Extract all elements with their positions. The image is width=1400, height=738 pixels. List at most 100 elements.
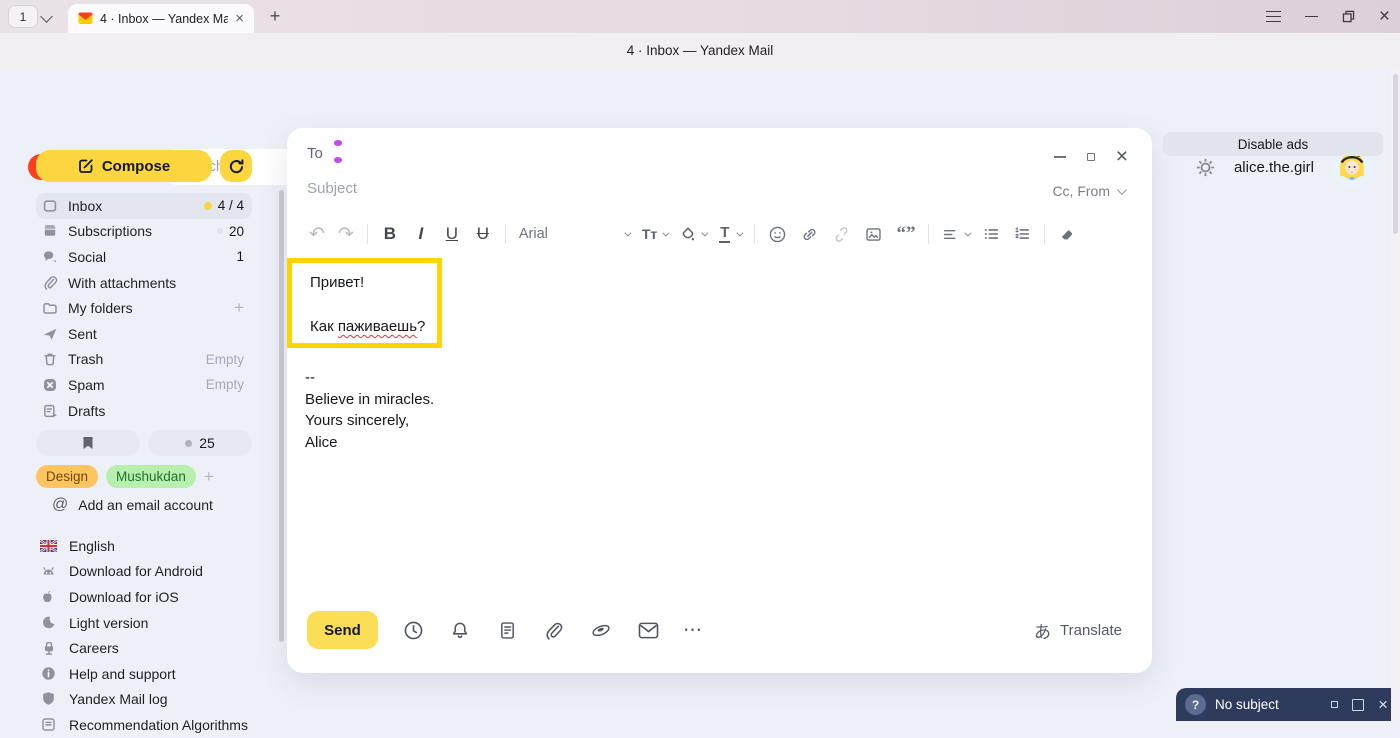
folder-my-folders[interactable]: My folders +	[36, 295, 252, 321]
underline-button[interactable]: U	[443, 224, 461, 244]
font-size-select[interactable]: Tт	[642, 226, 667, 242]
template-button[interactable]	[495, 618, 519, 642]
link-light-version[interactable]: Light version	[40, 610, 270, 636]
tab-counter-button[interactable]: 1	[8, 5, 38, 28]
bullet-list-button[interactable]	[982, 225, 1000, 243]
new-tab-button[interactable]: +	[262, 3, 288, 29]
browser-menu-icon[interactable]	[1266, 11, 1281, 22]
add-email-account-button[interactable]: @ Add an email account	[52, 494, 213, 516]
subject-input[interactable]	[307, 180, 907, 197]
send-button[interactable]: Send	[307, 611, 378, 649]
link-recommendations[interactable]: Recommendation Algorithms	[40, 712, 270, 738]
toolbar-divider	[1044, 224, 1045, 244]
folder-with-attachments[interactable]: With attachments	[36, 270, 252, 296]
insert-image-button[interactable]	[864, 225, 883, 244]
link-mail-log[interactable]: Yandex Mail log	[40, 687, 270, 713]
add-folder-button[interactable]: +	[234, 298, 244, 318]
email-signature[interactable]: -- Believe in miracles. Yours sincerely,…	[305, 367, 434, 453]
compose-restore-button[interactable]	[1087, 153, 1095, 161]
question-prefix: Как	[310, 318, 338, 335]
attach-from-disk-button[interactable]	[589, 618, 613, 642]
folder-spam[interactable]: Spam Empty	[36, 372, 252, 398]
link-help[interactable]: Help and support	[40, 661, 270, 687]
strikethrough-button[interactable]: U	[474, 224, 492, 244]
account-username[interactable]: alice.the.girl	[1234, 159, 1314, 176]
signature-line: Believe in miracles.	[305, 389, 434, 411]
window-close-button[interactable]: ×	[1379, 7, 1390, 26]
folder-count: Empty	[206, 377, 244, 392]
minimized-draft-window[interactable]: ? No subject ×	[1176, 688, 1400, 721]
cc-from-toggle[interactable]: Cc, From	[1052, 183, 1124, 199]
info-icon	[40, 665, 57, 682]
numbered-list-button[interactable]	[1013, 225, 1031, 243]
folder-drafts[interactable]: Drafts	[36, 398, 252, 424]
clear-formatting-button[interactable]	[1058, 225, 1076, 243]
italic-button[interactable]: I	[412, 224, 430, 244]
unread-filter-count: 25	[199, 435, 215, 451]
attach-from-mail-button[interactable]	[636, 618, 660, 642]
more-actions-button[interactable]: ⋯	[683, 619, 703, 642]
highlight-color-select[interactable]	[680, 226, 706, 242]
window-restore-button[interactable]	[1342, 10, 1355, 23]
tag-mushukdan[interactable]: Mushukdan	[106, 465, 196, 488]
folder-inbox[interactable]: Inbox 4 / 4	[36, 193, 252, 219]
browser-tab[interactable]: 4 · Inbox — Yandex Mail ×	[68, 4, 254, 33]
folder-sent[interactable]: Sent	[36, 321, 252, 347]
shield-icon	[40, 691, 57, 708]
settings-gear-icon[interactable]	[1195, 157, 1216, 178]
font-family-select[interactable]: Arial	[519, 226, 629, 242]
folder-subscriptions[interactable]: Subscriptions 20	[36, 219, 252, 245]
misspelled-word[interactable]: паживаешь	[338, 318, 417, 335]
schedule-send-button[interactable]	[401, 618, 425, 642]
link-label: Download for iOS	[69, 589, 179, 605]
link-ios[interactable]: Download for iOS	[40, 584, 270, 610]
browser-tab-strip: 1 4 · Inbox — Yandex Mail × + ×	[0, 0, 1400, 33]
chevron-down-icon	[965, 229, 972, 236]
disable-ads-button[interactable]: Disable ads	[1163, 132, 1383, 156]
chevron-down-icon	[737, 229, 744, 236]
attach-file-button[interactable]	[542, 618, 566, 642]
refresh-button[interactable]	[220, 150, 252, 182]
link-language[interactable]: English	[40, 533, 270, 559]
reminder-button[interactable]	[448, 618, 472, 642]
compose-button[interactable]: Compose	[36, 150, 212, 182]
folder-social[interactable]: Social 1	[36, 244, 252, 270]
email-body-greeting[interactable]: Привет!	[310, 272, 437, 294]
pinned-filter-button[interactable]	[36, 430, 140, 456]
to-input[interactable]	[347, 136, 1002, 162]
translate-button[interactable]: あ Translate	[1034, 618, 1122, 643]
refresh-icon	[228, 158, 245, 175]
redo-button[interactable]: ↷	[338, 223, 354, 246]
sidebar-scrollbar[interactable]	[279, 190, 284, 642]
align-select[interactable]	[942, 226, 969, 243]
folder-icon	[42, 300, 58, 316]
bold-button[interactable]: B	[381, 224, 399, 244]
tab-title: 4 · Inbox — Yandex Mail	[100, 12, 228, 26]
add-tag-button[interactable]: +	[204, 467, 214, 487]
window-minimize-button[interactable]	[1305, 16, 1318, 18]
toolbar-divider	[754, 224, 755, 244]
email-body-question[interactable]: Как паживаешь?	[310, 316, 437, 338]
link-android[interactable]: Download for Android	[40, 559, 270, 585]
unread-filter-button[interactable]: 25	[148, 430, 252, 456]
link-careers[interactable]: Careers	[40, 635, 270, 661]
minimized-expand-icon[interactable]	[1352, 699, 1364, 711]
folder-trash[interactable]: Trash Empty	[36, 347, 252, 373]
compose-close-button[interactable]: ×	[1116, 146, 1128, 167]
minimized-collapse-icon[interactable]	[1331, 701, 1338, 708]
help-icon[interactable]: ?	[1185, 694, 1206, 715]
quote-button[interactable]: “”	[896, 223, 915, 245]
remove-link-button[interactable]	[832, 225, 851, 244]
trash-icon	[42, 351, 58, 367]
emoji-button[interactable]	[768, 225, 787, 244]
tab-list-chevron-icon[interactable]	[40, 10, 53, 23]
tab-close-icon[interactable]: ×	[235, 11, 244, 26]
tag-design[interactable]: Design	[36, 465, 98, 488]
text-color-select[interactable]: T	[719, 225, 741, 244]
page-scrollbar-thumb[interactable]	[1393, 74, 1398, 234]
insert-link-button[interactable]	[800, 225, 819, 244]
compose-minimize-button[interactable]	[1054, 156, 1066, 158]
undo-button[interactable]: ↶	[309, 223, 325, 246]
subject-field[interactable]	[307, 180, 907, 198]
minimized-close-icon[interactable]: ×	[1378, 696, 1388, 713]
